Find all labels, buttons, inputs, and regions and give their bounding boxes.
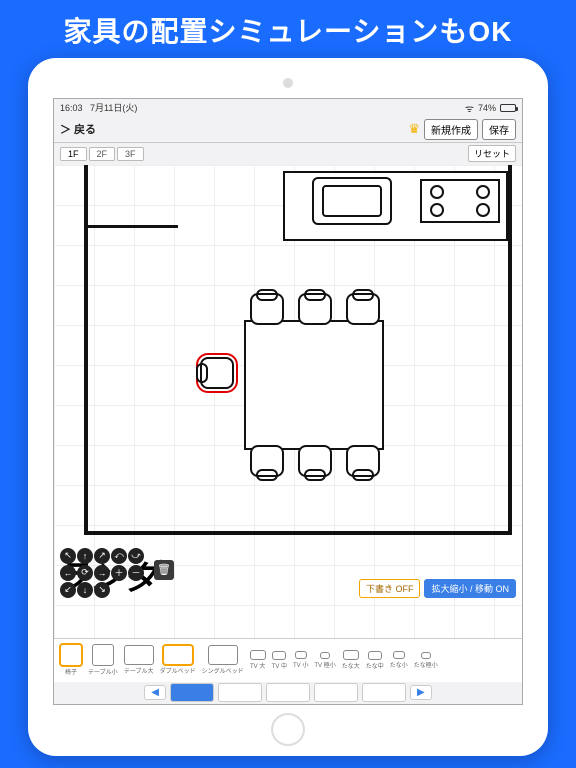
chair[interactable] xyxy=(346,293,380,325)
shelf-item[interactable]: 椅子 xyxy=(60,644,82,676)
battery-icon xyxy=(500,104,516,112)
floorplan-canvas[interactable]: ランダ ↖ ↑ ↗ ⤺ ⤻ ← ⟳ → ＋ － ↙ ↓ ↘ xyxy=(54,165,522,638)
shelf-label: 椅子 xyxy=(65,667,77,676)
shelf-label: TV 小 xyxy=(293,660,308,669)
shelf-item[interactable]: TV 小 xyxy=(293,651,308,669)
shelf-label: たな中 xyxy=(366,661,384,670)
shelf-label: TV 中 xyxy=(272,661,287,670)
shelf-label: TV 極小 xyxy=(314,660,335,669)
page-dot[interactable] xyxy=(218,683,262,702)
pad-c[interactable]: ⟳ xyxy=(77,565,93,581)
reset-button[interactable]: リセット xyxy=(468,145,516,162)
tablet-frame: 16:03 7月11日(火) ᯤ 74% ＞ 戻る ♛ 新規作成 保存 xyxy=(28,58,548,756)
shelf-item[interactable]: ダブルベッド xyxy=(160,645,196,675)
camera-dot xyxy=(283,78,293,88)
shelf-item[interactable]: シングルベッド xyxy=(202,645,244,675)
pad-z2[interactable]: － xyxy=(128,565,144,581)
shelf-item[interactable]: テーブル小 xyxy=(88,644,118,676)
floor-tab-1f[interactable]: 1F xyxy=(60,147,87,161)
page-dot[interactable] xyxy=(314,683,358,702)
cooktop[interactable] xyxy=(420,179,500,223)
pad-rot1[interactable]: ⤺ xyxy=(111,548,127,564)
floor-tab-2f[interactable]: 2F xyxy=(89,147,116,161)
shelf-item[interactable]: テーブル大 xyxy=(124,645,154,675)
shelf-label: たな極小 xyxy=(414,660,438,669)
shelf-item[interactable]: たな小 xyxy=(390,651,408,669)
shelf-label: シングルベッド xyxy=(202,666,244,675)
shelf-item[interactable]: たな大 xyxy=(342,650,360,670)
shelf-label: TV 大 xyxy=(250,661,265,670)
pad-w[interactable]: ← xyxy=(60,565,76,581)
clock: 16:03 xyxy=(60,103,83,113)
pad-z1[interactable]: ＋ xyxy=(111,565,127,581)
pad-ne[interactable]: ↗ xyxy=(94,548,110,564)
dining-table[interactable] xyxy=(244,320,384,450)
shelf-item[interactable]: TV 大 xyxy=(250,650,266,670)
shelf-item[interactable]: たな極小 xyxy=(414,652,438,669)
sink[interactable] xyxy=(312,177,392,225)
date: 7月11日(火) xyxy=(90,103,137,113)
page-next[interactable]: ▶ xyxy=(410,685,432,700)
shelf-label: テーブル大 xyxy=(124,666,154,675)
pad-e[interactable]: → xyxy=(94,565,110,581)
page-prev[interactable]: ◀ xyxy=(144,685,166,700)
pad-s[interactable]: ↓ xyxy=(77,582,93,598)
chair-selected[interactable] xyxy=(200,357,234,389)
chair[interactable] xyxy=(346,445,380,477)
battery-pct: 74% xyxy=(478,103,496,113)
page-dot[interactable] xyxy=(362,683,406,702)
zoom-move-toggle[interactable]: 拡大縮小 / 移動 ON xyxy=(424,579,516,598)
wall-segment xyxy=(88,225,178,228)
floor-row: 1F 2F 3F リセット xyxy=(54,143,522,165)
move-pad: ↖ ↑ ↗ ⤺ ⤻ ← ⟳ → ＋ － ↙ ↓ ↘ xyxy=(60,548,144,598)
back-button[interactable]: ＞ 戻る xyxy=(60,121,96,137)
app-screen: 16:03 7月11日(火) ᯤ 74% ＞ 戻る ♛ 新規作成 保存 xyxy=(53,98,523,705)
save-button[interactable]: 保存 xyxy=(482,119,516,140)
pad-rot2[interactable]: ⤻ xyxy=(128,548,144,564)
page-dot[interactable] xyxy=(170,683,214,702)
furniture-shelf: 椅子 テーブル小 テーブル大 ダブルベッド シングルベッド TV 大 TV 中 … xyxy=(54,638,522,682)
shelf-label: たな大 xyxy=(342,661,360,670)
promo-headline: 家具の配置シミュレーションもOK xyxy=(64,0,513,58)
page-dot[interactable] xyxy=(266,683,310,702)
crown-icon[interactable]: ♛ xyxy=(408,121,420,137)
new-button[interactable]: 新規作成 xyxy=(424,119,478,140)
wifi-icon: ᯤ xyxy=(465,101,474,115)
home-button[interactable] xyxy=(271,713,305,746)
pager: ◀ ▶ xyxy=(54,682,522,704)
chair[interactable] xyxy=(298,445,332,477)
shelf-item[interactable]: たな中 xyxy=(366,651,384,670)
shelf-label: ダブルベッド xyxy=(160,666,196,675)
pad-sw[interactable]: ↙ xyxy=(60,582,76,598)
chair[interactable] xyxy=(250,445,284,477)
top-toolbar: ＞ 戻る ♛ 新規作成 保存 xyxy=(54,117,522,143)
chair[interactable] xyxy=(250,293,284,325)
status-bar: 16:03 7月11日(火) ᯤ 74% xyxy=(54,99,522,117)
shelf-item[interactable]: TV 中 xyxy=(272,651,287,670)
shelf-label: たな小 xyxy=(390,660,408,669)
delete-button[interactable]: 🗑 xyxy=(154,560,174,580)
shelf-label: テーブル小 xyxy=(88,667,118,676)
draft-toggle[interactable]: 下書き OFF xyxy=(359,579,421,598)
pad-nw[interactable]: ↖ xyxy=(60,548,76,564)
pad-n[interactable]: ↑ xyxy=(77,548,93,564)
floor-tab-3f[interactable]: 3F xyxy=(117,147,144,161)
chair[interactable] xyxy=(298,293,332,325)
shelf-item[interactable]: TV 極小 xyxy=(314,652,335,669)
pad-se[interactable]: ↘ xyxy=(94,582,110,598)
